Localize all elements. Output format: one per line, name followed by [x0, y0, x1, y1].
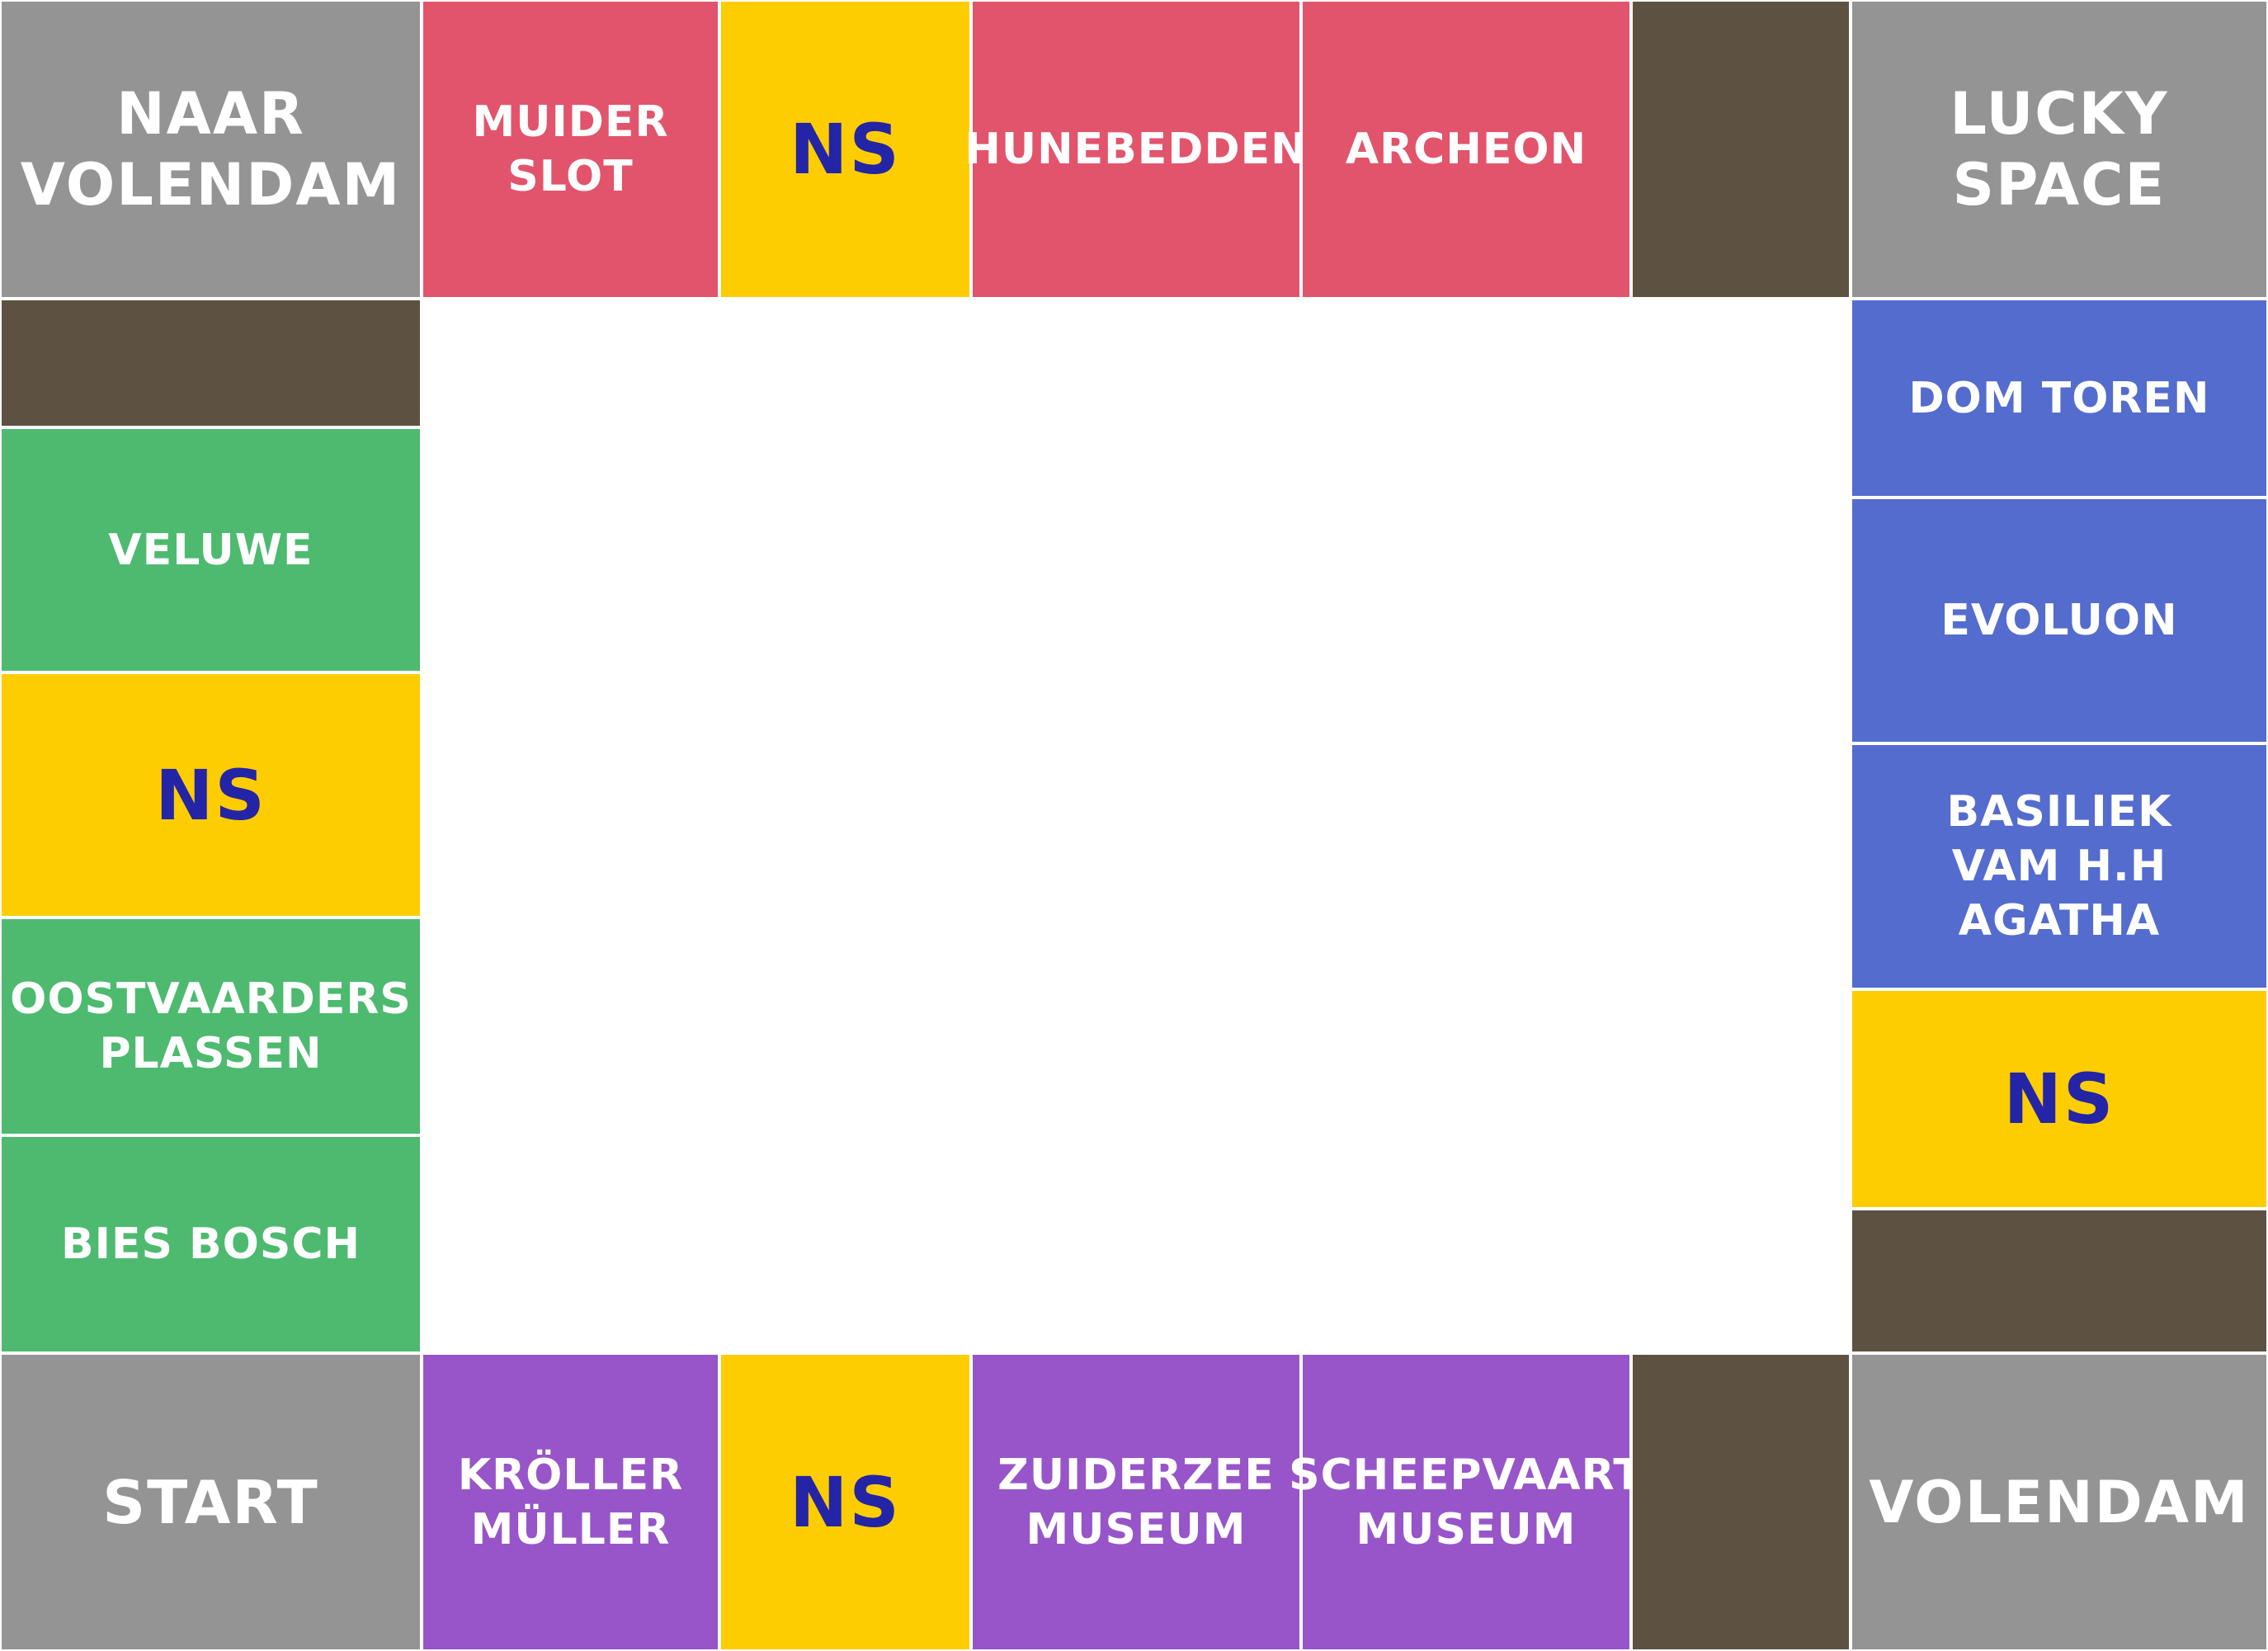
station-label: NS — [155, 754, 266, 836]
space-label: ARCHEON — [1345, 125, 1587, 174]
space-ns-station-right[interactable]: NS — [1851, 989, 2268, 1209]
space-blank-top[interactable] — [1631, 0, 1851, 299]
space-ns-station-left[interactable]: NS — [0, 672, 422, 917]
space-veluwe[interactable]: VELUWE — [0, 427, 422, 672]
space-hunebedden[interactable]: HUNEBEDDEN — [964, 0, 1307, 299]
corner-naar-volendam[interactable]: NAAR VOLENDAM — [0, 0, 422, 299]
game-board: NAAR VOLENDAM MUIDER SLOT NS HUNEBEDDEN … — [0, 0, 2268, 1651]
space-blank-left[interactable] — [0, 299, 422, 427]
space-label: LUCKY SPACE — [1950, 80, 2169, 219]
corner-start[interactable]: START — [0, 1353, 422, 1651]
space-blank-bottom[interactable] — [1631, 1353, 1851, 1651]
space-ns-station-bottom[interactable]: NS — [719, 1353, 971, 1651]
board-center — [422, 299, 1851, 1353]
space-ns-station-top[interactable]: NS — [719, 0, 971, 299]
space-scheepvaart-museum[interactable]: SCHEEPVAART MUSEUM — [1289, 1353, 1643, 1651]
space-oostvaarders-plassen[interactable]: OOSTVAARDERS PLASSEN — [0, 917, 422, 1135]
space-label: DOM TOREN — [1908, 373, 2210, 423]
corner-lucky-space[interactable]: LUCKY SPACE — [1851, 0, 2268, 299]
space-dom-toren[interactable]: DOM TOREN — [1851, 299, 2268, 498]
space-label: MUIDER SLOT — [472, 97, 669, 201]
space-label: VOLENDAM — [1869, 1468, 2250, 1536]
space-label: BIES BOSCH — [60, 1219, 361, 1269]
space-label: HUNEBEDDEN — [964, 125, 1308, 174]
corner-volendam[interactable]: VOLENDAM — [1851, 1353, 2268, 1651]
space-kroller-muller[interactable]: KRÖLLER MÜLLER — [422, 1353, 719, 1651]
station-label: NS — [790, 109, 901, 190]
space-label: OOSTVAARDERS PLASSEN — [10, 974, 412, 1078]
space-bies-bosch[interactable]: BIES BOSCH — [0, 1135, 422, 1353]
space-label: EVOLUON — [1940, 596, 2178, 645]
space-label: VELUWE — [108, 525, 314, 575]
station-label: NS — [2003, 1059, 2115, 1139]
space-basiliek-agatha[interactable]: BASILIEK VAM H.H AGATHA — [1851, 743, 2268, 989]
space-muider-slot[interactable]: MUIDER SLOT — [422, 0, 719, 299]
space-label: ZUIDERZEE MUSEUM — [997, 1450, 1275, 1554]
space-label: SCHEEPVAART MUSEUM — [1289, 1450, 1643, 1554]
space-label: KRÖLLER MÜLLER — [457, 1450, 684, 1554]
space-label: START — [102, 1467, 319, 1537]
station-label: NS — [790, 1461, 901, 1543]
space-evoluon[interactable]: EVOLUON — [1851, 498, 2268, 743]
space-zuiderzee-museum[interactable]: ZUIDERZEE MUSEUM — [971, 1353, 1301, 1651]
space-label: NAAR VOLENDAM — [20, 80, 402, 219]
space-blank-right[interactable] — [1851, 1209, 2268, 1353]
space-archeon[interactable]: ARCHEON — [1301, 0, 1631, 299]
space-label: BASILIEK VAM H.H AGATHA — [1946, 787, 2172, 946]
